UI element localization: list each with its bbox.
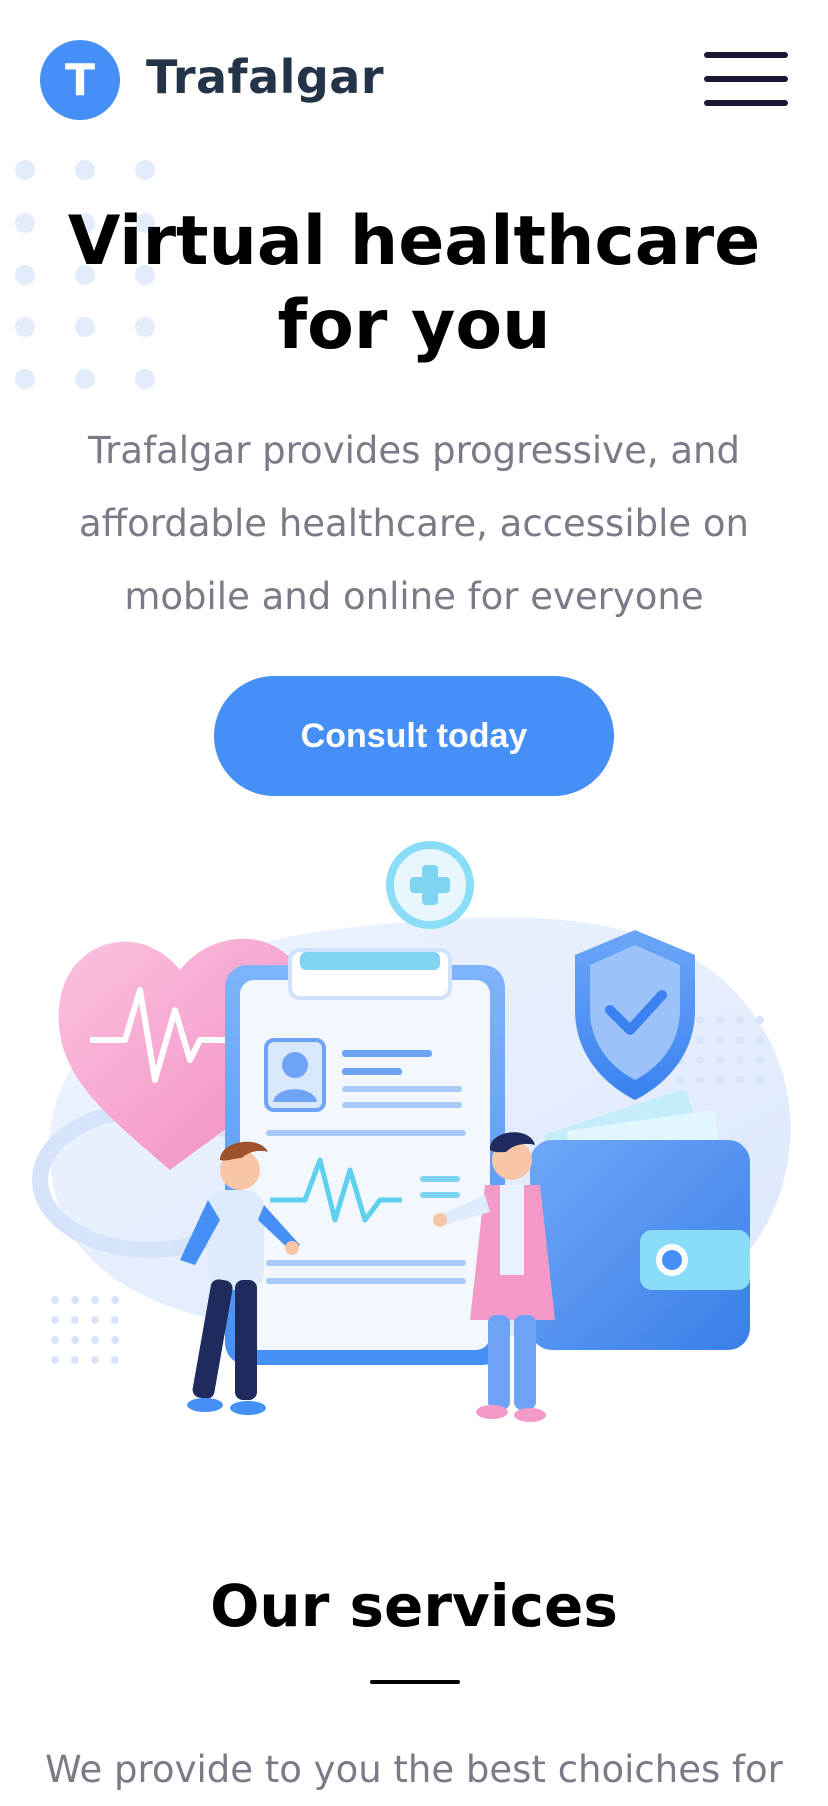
small-dot-grid-left [51, 1296, 119, 1364]
logo-icon[interactable]: T [40, 40, 120, 120]
menu-bar-middle [704, 76, 788, 82]
hero-title-line1: Virtual healthcare [67, 202, 761, 281]
hero-title-line2: for you [277, 286, 551, 365]
menu-bar-bottom [704, 100, 788, 106]
menu-bar-top [704, 52, 788, 58]
healthcare-illustration [32, 841, 791, 1422]
clipboard-icon [225, 948, 505, 1365]
hero-title: Virtual healthcare for you [0, 200, 828, 368]
consult-today-button[interactable]: Consult today [214, 676, 614, 796]
plus-badge-icon [386, 841, 474, 929]
site-header: T Trafalgar [0, 0, 828, 160]
services-title: Our services [210, 1572, 618, 1640]
services-subtitle: We provide to you the best choiches for [45, 1748, 783, 1791]
logo-letter: T [64, 54, 95, 106]
services-divider [370, 1680, 460, 1684]
brand-name[interactable]: Trafalgar [146, 50, 384, 104]
hamburger-menu-icon[interactable] [704, 52, 788, 108]
hero-subtitle: Trafalgar provides progressive, and affo… [79, 429, 749, 618]
